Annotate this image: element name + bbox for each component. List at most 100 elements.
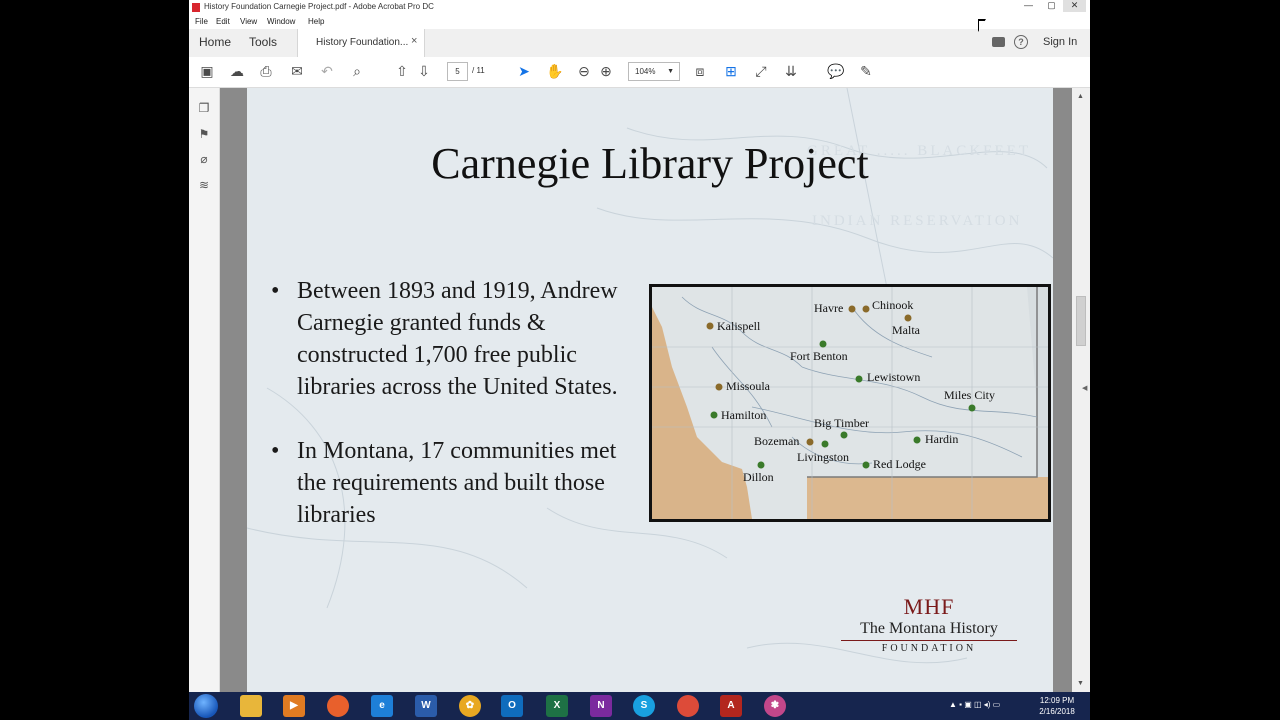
map-label-livingston: Livingston — [797, 450, 849, 464]
upload-cloud-icon[interactable]: ☁ — [229, 63, 245, 79]
highlight-pen-icon[interactable]: ✎ — [858, 63, 874, 79]
document-viewport: GREAT ..... BLACKFEET INDIAN RESERVATION… — [220, 88, 1072, 692]
comment-bubble-icon[interactable] — [992, 37, 1005, 47]
undo-icon[interactable]: ↶ — [319, 63, 335, 79]
map-label-hardin: Hardin — [925, 432, 958, 446]
outlook-icon[interactable]: O — [501, 695, 523, 717]
layers-icon[interactable]: ≋ — [197, 178, 211, 192]
bullet-list: • Between 1893 and 1919, Andrew Carnegie… — [271, 275, 641, 563]
chrome-icon[interactable] — [677, 695, 699, 717]
menu-bar: File Edit View Window Help — [189, 15, 1090, 29]
menu-help[interactable]: Help — [308, 17, 324, 26]
bullet-marker: • — [271, 438, 280, 464]
minimize-button[interactable]: — — [1017, 0, 1040, 12]
tab-home[interactable]: Home — [199, 35, 231, 49]
save-icon[interactable]: ▣ — [199, 63, 215, 79]
firefox-icon[interactable] — [327, 695, 349, 717]
full-screen-icon[interactable]: ⤢ — [753, 63, 769, 79]
attachment-icon[interactable]: ⌀ — [197, 152, 211, 166]
help-icon[interactable]: ? — [1014, 35, 1028, 49]
page-number-input[interactable]: 5 — [447, 62, 468, 81]
select-cursor-icon[interactable]: ➤ — [516, 63, 532, 79]
map-label-bozeman: Bozeman — [754, 434, 799, 448]
skype-icon[interactable]: S — [633, 695, 655, 717]
scan-icon[interactable]: ⊞ — [723, 63, 739, 79]
taskbar-clock[interactable]: 12:09 PM 2/16/2018 — [1027, 695, 1087, 717]
tab-document[interactable]: History Foundation... × — [297, 29, 425, 58]
word-icon[interactable]: W — [415, 695, 437, 717]
mouse-cursor-icon — [979, 21, 985, 31]
map-label-miles-city: Miles City — [944, 388, 995, 402]
logo-mark: MHF — [903, 594, 955, 619]
acrobat-icon[interactable]: A — [720, 695, 742, 717]
acrobat-window: History Foundation Carnegie Project.pdf … — [189, 0, 1090, 692]
page-up-icon[interactable]: ⇧ — [394, 63, 410, 79]
start-button[interactable] — [194, 694, 218, 718]
map-label-kalispell: Kalispell — [717, 319, 761, 333]
menu-edit[interactable]: Edit — [216, 17, 230, 26]
zoom-select[interactable]: 104% ▼ — [628, 62, 680, 81]
search-icon[interactable]: ⌕ — [349, 63, 365, 79]
fit-page-icon[interactable]: ⧈ — [692, 63, 708, 79]
file-explorer-icon[interactable] — [240, 695, 262, 717]
map-label-havre: Havre — [814, 301, 843, 315]
slide-page: GREAT ..... BLACKFEET INDIAN RESERVATION… — [247, 88, 1053, 692]
internet-explorer-icon[interactable]: e — [371, 695, 393, 717]
snipping-app-icon[interactable]: ❃ — [764, 695, 786, 717]
scrollbar-thumb[interactable] — [1076, 296, 1086, 346]
scroll-up-icon[interactable]: ▲ — [1077, 93, 1084, 100]
bullet-text: Between 1893 and 1919, Andrew Carnegie g… — [297, 278, 618, 400]
collapse-right-pane-icon[interactable]: ◀ — [1082, 384, 1087, 392]
clock-time: 12:09 PM — [1039, 696, 1075, 705]
hand-tool-icon[interactable]: ✋ — [546, 63, 563, 79]
page-down-icon[interactable]: ⇩ — [416, 63, 432, 79]
montana-history-foundation-logo: MHF The Montana History FOUNDATION — [835, 595, 1023, 656]
bullet-marker: • — [271, 278, 280, 304]
clock-date: 2/16/2018 — [1039, 707, 1075, 716]
close-button[interactable]: ✕ — [1063, 0, 1086, 12]
page-thumbnails-icon[interactable]: ❐ — [197, 101, 211, 115]
sign-in-link[interactable]: Sign In — [1043, 36, 1077, 48]
window-title: History Foundation Carnegie Project.pdf … — [204, 2, 434, 11]
tab-tools[interactable]: Tools — [249, 35, 277, 49]
media-player-icon[interactable]: ▶ — [283, 695, 305, 717]
bullet-text: In Montana, 17 communities met the requi… — [297, 438, 617, 528]
tab-bar: Home Tools History Foundation... × ? Sig… — [189, 29, 1090, 58]
zoom-out-icon[interactable]: ⊖ — [576, 63, 592, 79]
map-label-chinook: Chinook — [872, 298, 913, 312]
map-label-hamilton: Hamilton — [721, 408, 766, 422]
svg-text:INDIAN RESERVATION: INDIAN RESERVATION — [812, 213, 1022, 229]
logo-org-name: The Montana History — [860, 620, 998, 637]
scroll-down-icon[interactable]: ▼ — [1077, 680, 1084, 687]
menu-view[interactable]: View — [240, 17, 257, 26]
map-label-missoula: Missoula — [726, 379, 771, 393]
zoom-value: 104% — [635, 67, 656, 76]
menu-window[interactable]: Window — [267, 17, 295, 26]
email-icon[interactable]: ✉ — [289, 63, 305, 79]
maximize-button[interactable]: ▢ — [1040, 0, 1063, 12]
flower-app-icon[interactable]: ✿ — [459, 695, 481, 717]
document-tab-label: History Foundation... — [316, 37, 409, 48]
logo-foundation: FOUNDATION — [881, 643, 977, 654]
map-label-lewistown: Lewistown — [867, 370, 920, 384]
print-icon[interactable]: ⎙ — [258, 63, 274, 79]
close-tab-icon[interactable]: × — [411, 35, 417, 47]
montana-map-graphic: Havre Chinook Kalispell Malta Fort Bento… — [652, 287, 1048, 519]
scroll-mode-icon[interactable]: ⇊ — [783, 63, 799, 79]
map-label-fort-benton: Fort Benton — [790, 349, 848, 363]
bookmark-icon[interactable]: ⚑ — [197, 127, 211, 141]
page-total: / 11 — [472, 66, 485, 75]
comment-icon[interactable]: 💬 — [827, 63, 844, 79]
montana-map: Havre Chinook Kalispell Malta Fort Bento… — [649, 284, 1051, 522]
excel-icon[interactable]: X — [546, 695, 568, 717]
zoom-in-icon[interactable]: ⊕ — [598, 63, 614, 79]
map-label-red-lodge: Red Lodge — [873, 457, 926, 471]
pdf-app-icon — [192, 3, 200, 12]
map-label-big-timber: Big Timber — [814, 416, 869, 430]
onenote-icon[interactable]: N — [590, 695, 612, 717]
bullet-item: • Between 1893 and 1919, Andrew Carnegie… — [271, 275, 641, 403]
windows-taskbar: ▶ e W ✿ O X N S A ❃ ▲ ▪ ▣ ◫ ◂) ▭ 12:09 P… — [189, 692, 1090, 720]
menu-file[interactable]: File — [195, 17, 208, 26]
chevron-down-icon: ▼ — [667, 68, 674, 75]
system-tray-icons[interactable]: ▲ ▪ ▣ ◫ ◂) ▭ — [949, 700, 1000, 709]
